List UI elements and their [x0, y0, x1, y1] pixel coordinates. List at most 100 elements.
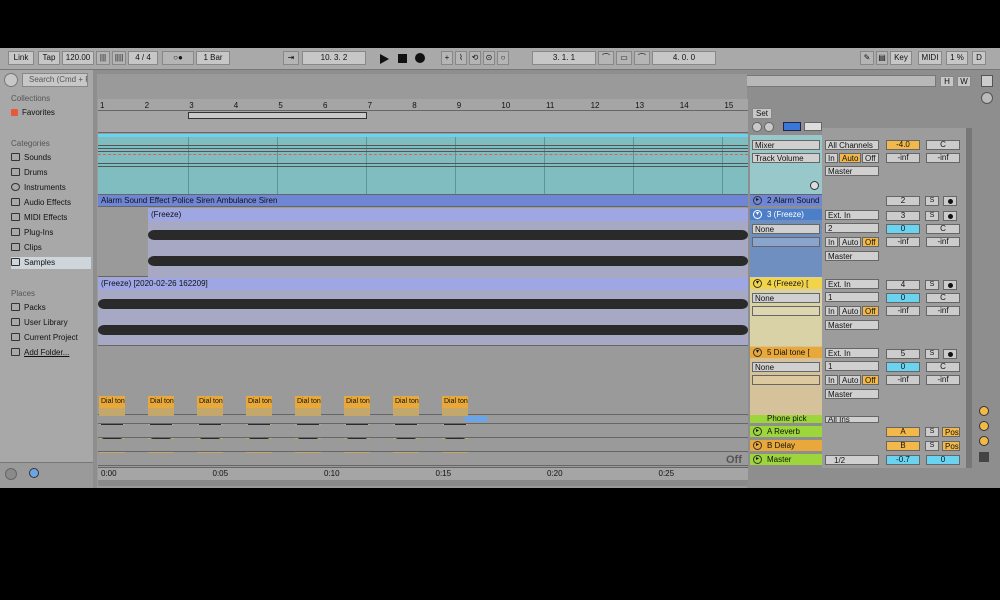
return-a-fold-icon[interactable]: ▸ — [753, 427, 762, 436]
category-sounds[interactable]: Sounds — [11, 152, 91, 164]
track-1-output-select[interactable]: Master — [825, 166, 879, 176]
master-ratio-select[interactable]: 1/2 — [825, 455, 879, 465]
next-locator-icon[interactable] — [764, 122, 774, 132]
add-automation-icon[interactable] — [810, 181, 819, 190]
automation-arm-icon[interactable]: ⌇ — [455, 51, 467, 65]
link-button[interactable]: Link — [8, 51, 34, 65]
return-a-name[interactable]: ▸ A Reverb — [750, 426, 822, 437]
track-5-solo-button[interactable]: S — [925, 349, 939, 359]
prev-locator-icon[interactable] — [752, 122, 762, 132]
track-5-monitor-auto[interactable]: Auto — [839, 375, 861, 385]
return-b-name[interactable]: ▸ B Delay — [750, 440, 822, 451]
track-4-pan[interactable]: C — [926, 293, 960, 303]
track-3-name[interactable]: ▾ 3 (Freeze) — [750, 209, 822, 220]
track-5-input-select[interactable]: Ext. In — [825, 348, 879, 358]
mixer-section-toggle-icon[interactable] — [979, 436, 989, 446]
track-6-clip[interactable] — [465, 416, 487, 422]
track-3-input-select[interactable]: Ext. In — [825, 210, 879, 220]
return-a-post-button[interactable]: Post — [942, 427, 960, 437]
track-3-volume[interactable]: 0 — [886, 224, 920, 234]
nudge-icon[interactable]: ||| — [96, 51, 110, 65]
favorites-item[interactable]: Favorites — [11, 107, 91, 119]
loop-length-field[interactable]: 4. 0. 0 — [652, 51, 716, 65]
track-5-arm-button[interactable] — [943, 349, 957, 359]
capture-icon[interactable]: ⊙ — [483, 51, 495, 65]
browser-toggle-icon[interactable] — [4, 73, 18, 87]
track-1-lane[interactable] — [98, 135, 748, 195]
track-3-monitor-off[interactable]: Off — [862, 237, 879, 247]
key-map-button[interactable]: Key — [890, 51, 912, 65]
track-3-send-a[interactable]: -inf — [886, 237, 920, 247]
track-3-fold-icon[interactable]: ▾ — [753, 210, 762, 219]
place-add-folder[interactable]: Add Folder... — [11, 347, 91, 359]
crossfader-toggle-icon[interactable] — [979, 452, 989, 462]
beat-ruler[interactable] — [98, 99, 748, 111]
track-6-input-select[interactable]: All Ins — [825, 416, 879, 423]
track-3-arm-button[interactable] — [943, 211, 957, 221]
set-button[interactable]: Set — [752, 108, 772, 119]
track-5-pan[interactable]: C — [926, 362, 960, 372]
time-ruler[interactable] — [98, 467, 748, 480]
track-5-monitor-off[interactable]: Off — [862, 375, 879, 385]
loop-start-field[interactable]: 3. 1. 1 — [532, 51, 596, 65]
track-1-volume[interactable]: -4.0 — [886, 140, 920, 150]
track-6-name[interactable]: Phone pick — [750, 415, 822, 423]
bottom-scroll-bar[interactable] — [98, 480, 748, 486]
track-3-output-select[interactable]: Master — [825, 251, 879, 261]
track-2-fold-icon[interactable]: ▸ — [753, 196, 762, 205]
category-midi-effects[interactable]: MIDI Effects — [11, 212, 91, 224]
return-b-fold-icon[interactable]: ▸ — [753, 441, 762, 450]
track-4-volume[interactable]: 0 — [886, 293, 920, 303]
track-3-param-chooser[interactable] — [752, 237, 820, 247]
track-3-device-chooser[interactable]: None — [752, 224, 820, 234]
track-4-monitor-off[interactable]: Off — [862, 306, 879, 316]
lock-icon[interactable] — [804, 122, 822, 131]
track-2-arm-button[interactable] — [943, 196, 957, 206]
stop-button[interactable] — [398, 54, 407, 63]
place-packs[interactable]: Packs — [11, 302, 91, 314]
track-5-output-select[interactable]: Master — [825, 389, 879, 399]
track-3-channel-select[interactable]: 2 — [825, 223, 879, 233]
loop-switch-icon[interactable]: ▭ — [616, 51, 632, 65]
session-record-icon[interactable]: ○ — [497, 51, 509, 65]
track-3-solo-button[interactable]: S — [925, 211, 939, 221]
track-5-monitor-in[interactable]: In — [825, 375, 838, 385]
overdub-icon[interactable]: + — [441, 51, 453, 65]
punch-in-icon[interactable]: ⌒ — [598, 51, 614, 65]
tempo-field[interactable]: 120.00 — [62, 51, 94, 65]
track-4-fold-icon[interactable]: ▾ — [753, 279, 762, 288]
track-4-send-b[interactable]: -inf — [926, 306, 960, 316]
track-5-send-b[interactable]: -inf — [926, 375, 960, 385]
category-samples[interactable]: Samples — [11, 257, 91, 269]
category-plug-ins[interactable]: Plug-Ins — [11, 227, 91, 239]
track-3-monitor-auto[interactable]: Auto — [839, 237, 861, 247]
track-4-send-a[interactable]: -inf — [886, 306, 920, 316]
preview-toggle-icon[interactable] — [5, 468, 17, 480]
track-4-output-select[interactable]: Master — [825, 320, 879, 330]
track-3-pan[interactable]: C — [926, 224, 960, 234]
preview-volume-icon[interactable] — [29, 468, 39, 478]
follow-arrangement-icon[interactable] — [783, 122, 801, 131]
track-1-input-select[interactable]: All Channels — [825, 140, 879, 150]
midi-map-button[interactable]: MIDI — [918, 51, 942, 65]
master-lane[interactable] — [98, 453, 748, 466]
overview-toggle-icon[interactable] — [981, 75, 993, 87]
track-1-monitor-in[interactable]: In — [825, 153, 838, 163]
parameter-chooser[interactable]: Track Volume — [752, 153, 820, 163]
master-pan[interactable]: 0 — [926, 455, 960, 465]
arrangement-position-icon[interactable]: ⇥ — [283, 51, 299, 65]
track-6-lane[interactable] — [98, 416, 748, 424]
track-5-volume[interactable]: 0 — [886, 362, 920, 372]
track-5-send-a[interactable]: -inf — [886, 375, 920, 385]
track-1-pan[interactable]: C — [926, 140, 960, 150]
track-5-name[interactable]: ▾ 5 Dial tone [ — [750, 347, 822, 358]
draw-mode-icon[interactable]: ✎ — [860, 51, 874, 65]
track-2-name[interactable]: ▸ 2 Alarm Sound Effect — [750, 195, 822, 206]
computer-keyboard-icon[interactable]: ▤ — [876, 51, 888, 65]
track-5-lane[interactable] — [98, 346, 748, 415]
follow-icon[interactable]: ○● — [162, 51, 194, 65]
master-volume[interactable]: -0.7 — [886, 455, 920, 465]
search-input[interactable]: Search (Cmd + F) — [22, 73, 88, 87]
returns-toggle-icon[interactable] — [979, 421, 989, 431]
loop-brace[interactable] — [188, 112, 367, 119]
